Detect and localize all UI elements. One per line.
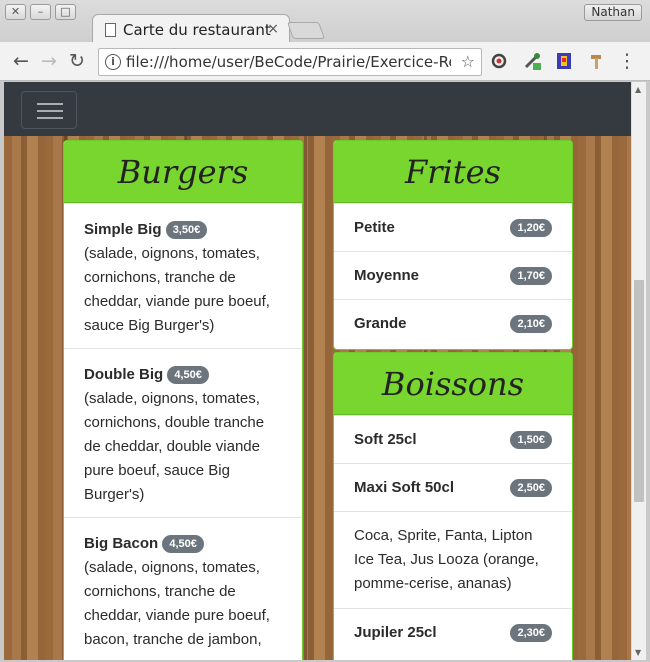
window-titlebar: ✕ – □ Nathan Carte du restaurant × (0, 0, 650, 44)
item-name: Moyenne (354, 267, 420, 284)
list-item: Maxi Soft 50cl 2,50€ (334, 463, 572, 511)
price-badge: 4,50€ (162, 535, 204, 553)
scroll-up-arrow-icon[interactable]: ▲ (635, 85, 641, 94)
burgers-card: Burgers Simple Big 3,50€ (salade, oignon… (63, 140, 303, 660)
burgers-header: Burgers (64, 141, 302, 203)
item-description-line: bacon, tranche de jambon, (84, 631, 262, 648)
item-name: Jupiler 25cl (354, 624, 437, 641)
list-item: Simple Big 3,50€ (salade, oignons, tomat… (64, 203, 302, 348)
scrollbar-thumb[interactable] (634, 280, 644, 502)
tab-carte-du-restaurant[interactable]: Carte du restaurant × (92, 14, 290, 44)
price-badge: 4,50€ (167, 366, 209, 384)
list-item: Soft 25cl 1,50€ (334, 415, 572, 463)
item-name: Soft 25cl (354, 431, 417, 448)
bookmark-star-icon[interactable]: ☆ (461, 52, 475, 71)
item-name: Petite (354, 219, 395, 236)
tab-close-icon[interactable]: × (267, 21, 279, 37)
list-item: Moyenne 1,70€ (334, 251, 572, 299)
item-description-line: (salade, oignons, tomates, (84, 559, 260, 576)
window-maximize-button[interactable]: □ (55, 4, 76, 20)
list-item: Petite 1,20€ (334, 203, 572, 251)
frites-header: Frites (334, 141, 572, 203)
site-info-icon[interactable]: i (105, 54, 121, 70)
profile-user-badge[interactable]: Nathan (584, 4, 642, 21)
browser-toolbar: ← → ↻ i file:///home/user/BeCode/Prairie… (0, 42, 650, 81)
hamburger-line-icon (37, 110, 63, 112)
hamburger-line-icon (37, 103, 63, 105)
eyedropper-extension-icon[interactable] (523, 52, 541, 70)
item-description-line: pure boeuf, sauce Big (84, 462, 230, 479)
window-minimize-button[interactable]: – (30, 4, 51, 20)
price-badge: 1,50€ (510, 430, 552, 449)
item-description-line: pomme-cerise, ananas) (354, 575, 512, 592)
item-description-line: (salade, oignons, tomates, (84, 245, 260, 262)
browser-menu-icon[interactable]: ⋮ (616, 50, 638, 72)
address-bar[interactable]: i file:///home/user/BeCode/Prairie/Exerc… (98, 48, 482, 76)
item-description-line: Coca, Sprite, Fanta, Lipton (354, 527, 533, 544)
item-description-line: cheddar, viande pure boeuf, (84, 293, 270, 310)
forward-button[interactable]: → (38, 50, 60, 72)
price-badge: 1,70€ (510, 266, 552, 285)
sync-extension-icon[interactable] (490, 52, 508, 70)
item-description-line: Burger's) (84, 486, 145, 503)
window-close-button[interactable]: ✕ (5, 4, 26, 20)
list-item: Grande 2,10€ (334, 299, 572, 347)
list-item: Big Bacon 4,50€ (salade, oignons, tomate… (64, 517, 302, 660)
navbar-toggle-button[interactable] (21, 91, 77, 129)
item-name: Simple Big (84, 221, 162, 238)
hammer-extension-icon[interactable] (588, 52, 606, 70)
list-item: Jupiler 25cl 2,30€ (334, 608, 572, 656)
item-description-line: cornichons, double tranche (84, 414, 265, 431)
item-description-line: de cheddar, double viande (84, 438, 260, 455)
list-item: Double Big 4,50€ (salade, oignons, tomat… (64, 348, 302, 517)
item-description-line: cornichons, tranche de (84, 269, 236, 286)
price-badge: 2,30€ (510, 623, 552, 642)
price-badge: 3,50€ (165, 221, 208, 239)
reload-button[interactable]: ↻ (66, 50, 88, 72)
tab-title: Carte du restaurant (123, 21, 271, 39)
item-name: Double Big (84, 366, 164, 383)
item-description-line: cheddar, viande pure boeuf, (84, 607, 270, 624)
item-description-line: (salade, oignons, tomates, (84, 390, 260, 407)
page-icon (105, 23, 116, 37)
url-text[interactable]: file:///home/user/BeCode/Prairie/Exercic… (126, 53, 451, 71)
scroll-down-arrow-icon[interactable]: ▼ (635, 648, 641, 657)
item-description-line: sauce Big Burger's) (84, 317, 215, 334)
page-viewport: Burgers Simple Big 3,50€ (salade, oignon… (4, 82, 631, 660)
page-scrollbar[interactable]: ▲ ▼ (631, 82, 646, 660)
boissons-header: Boissons (334, 353, 572, 415)
item-name: Grande (354, 315, 407, 332)
item-name: Maxi Soft 50cl (354, 479, 455, 496)
back-button[interactable]: ← (10, 50, 32, 72)
hamburger-line-icon (37, 117, 63, 119)
colorful-extension-icon[interactable] (555, 52, 573, 70)
new-tab-button[interactable] (286, 22, 326, 39)
boissons-card: Boissons Soft 25cl 1,50€ Maxi Soft 50cl … (333, 352, 573, 660)
item-description-line: cornichons, tranche de (84, 583, 236, 600)
item-description-line: Ice Tea, Jus Looza (orange, (354, 551, 539, 568)
price-badge: 2,10€ (510, 314, 552, 333)
site-navbar (4, 82, 631, 136)
list-item: Coca, Sprite, Fanta, Lipton Ice Tea, Jus… (334, 511, 572, 608)
price-badge: 2,50€ (510, 478, 552, 497)
item-name: Big Bacon (84, 535, 159, 552)
price-badge: 1,20€ (510, 218, 552, 237)
frites-card: Frites Petite 1,20€ Moyenne 1,70€ Grande… (333, 140, 573, 350)
